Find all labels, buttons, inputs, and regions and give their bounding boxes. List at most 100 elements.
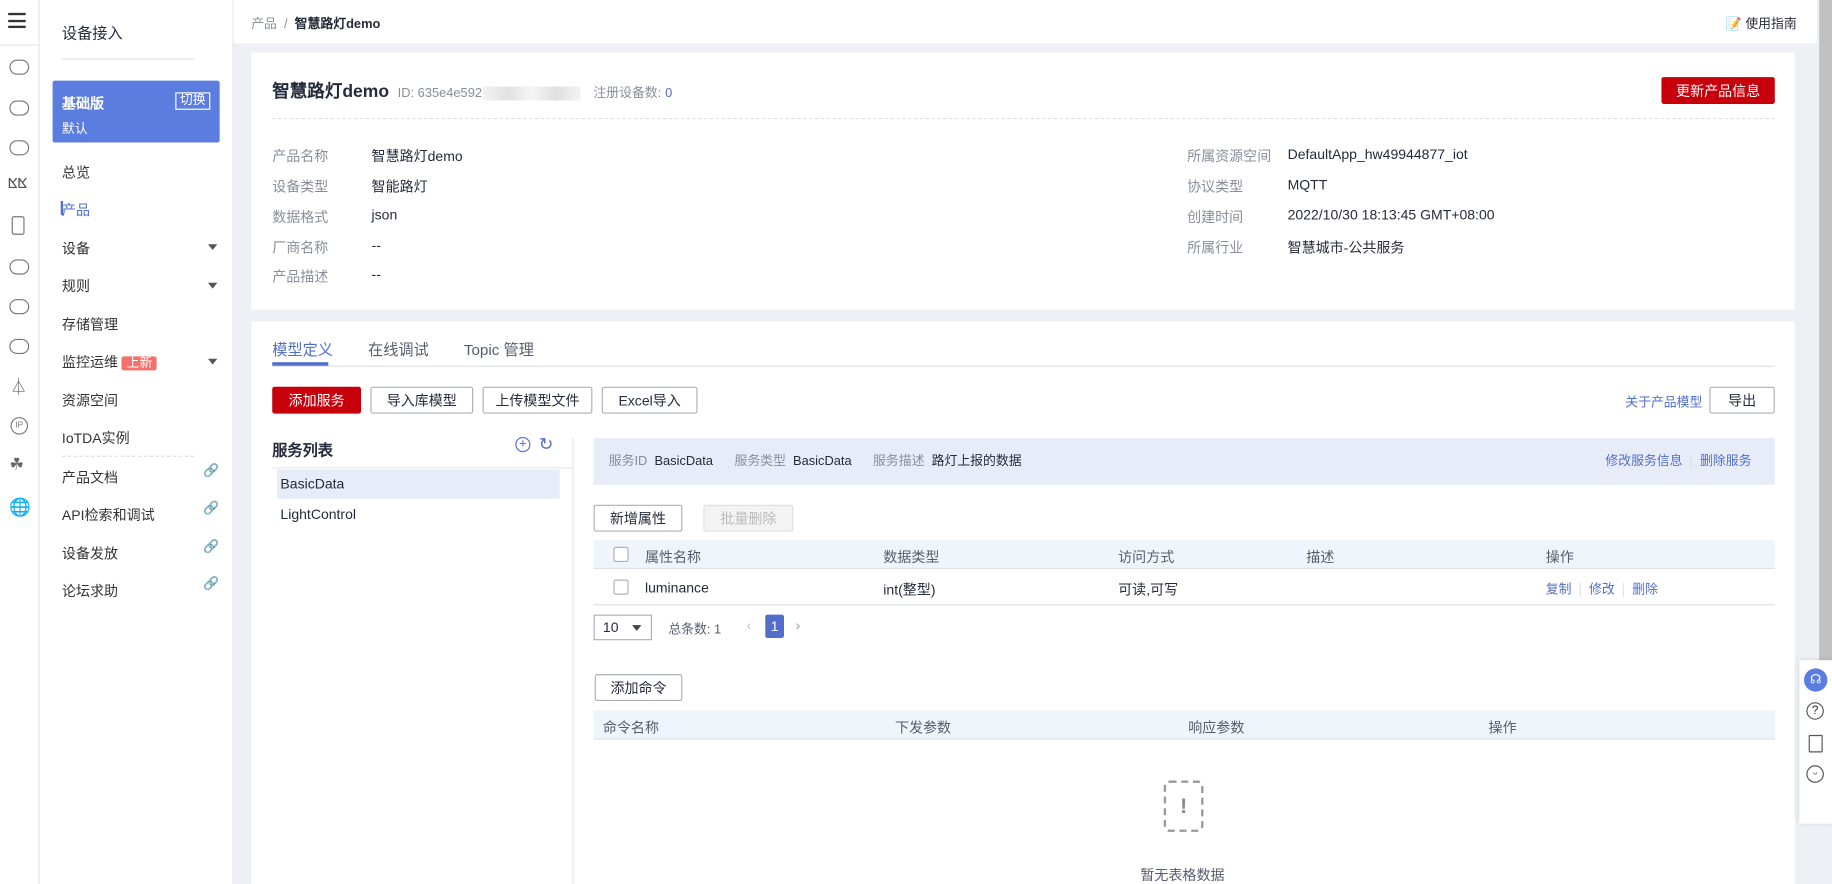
- prev-page-icon[interactable]: ‹: [747, 617, 752, 633]
- tab-topic-management[interactable]: Topic 管理: [464, 338, 534, 360]
- globe-icon[interactable]: 🌐: [9, 497, 31, 518]
- edit-link[interactable]: 修改: [1589, 583, 1615, 597]
- copy-link[interactable]: 复制: [1546, 583, 1572, 597]
- field-value: --: [371, 266, 381, 283]
- guide-link[interactable]: 📝 使用指南: [1726, 14, 1797, 33]
- column-header: 命令名称: [602, 719, 659, 737]
- field-label: 协议类型: [1187, 178, 1244, 196]
- empty-table-text: 暂无表格数据: [1140, 866, 1225, 884]
- excel-import-button[interactable]: Excel导入: [601, 386, 698, 414]
- cloud-chat-icon[interactable]: [9, 100, 30, 116]
- add-command-button[interactable]: 添加命令: [594, 674, 683, 702]
- field-value: 智慧城市-公共服务: [1287, 239, 1405, 256]
- service-type-value: BasicData: [793, 454, 852, 469]
- tab-online-debug[interactable]: 在线调试: [368, 338, 429, 360]
- feedback-icon[interactable]: [1808, 734, 1823, 753]
- delete-link[interactable]: 删除: [1632, 583, 1658, 597]
- link-icon: 🔗: [203, 577, 220, 592]
- service-type-label: 服务类型: [734, 454, 786, 469]
- product-title: 智慧路灯demo: [272, 81, 390, 102]
- sidebar-link-provisioning[interactable]: 设备发放: [62, 543, 118, 563]
- chevron-down-icon: [207, 244, 218, 251]
- cloud-storage-icon[interactable]: [9, 140, 30, 156]
- sidebar-link-api[interactable]: API检索和调试: [62, 505, 155, 525]
- cloud-upload-icon[interactable]: [9, 299, 30, 315]
- link-icon: 🔗: [203, 463, 220, 478]
- add-service-button[interactable]: 添加服务: [272, 386, 362, 414]
- antenna-icon[interactable]: ⏃: [11, 375, 27, 398]
- service-item-basicdata[interactable]: BasicData: [276, 469, 560, 499]
- sidebar-item-iotda-instance[interactable]: IoTDA实例: [62, 428, 130, 448]
- import-library-model-button[interactable]: 导入库模型: [370, 386, 474, 414]
- command-table-header: [593, 710, 1775, 740]
- help-icon[interactable]: ?: [1806, 702, 1824, 720]
- cloud-speed-icon[interactable]: [9, 338, 30, 355]
- page-size-select[interactable]: 10: [593, 614, 652, 641]
- sidebar-item-resource-space[interactable]: 资源空间: [62, 390, 118, 410]
- headset-icon[interactable]: ☊: [1804, 668, 1828, 692]
- tab-model-definition[interactable]: 模型定义: [272, 338, 333, 360]
- sidebar-link-forum[interactable]: 论坛求助: [62, 581, 118, 601]
- breadcrumb-root[interactable]: 产品: [251, 18, 277, 32]
- product-id: ID: 635e4e592: [397, 86, 483, 101]
- breadcrumb: 产品 / 智慧路灯demo: [251, 14, 380, 33]
- chevron-down-icon: [207, 282, 218, 289]
- sidebar-link-docs[interactable]: 产品文档: [62, 467, 118, 487]
- delete-service-link[interactable]: 删除服务: [1700, 455, 1751, 469]
- chevron-down-icon: [207, 358, 218, 365]
- guide-icon: 📝: [1725, 17, 1742, 32]
- edit-service-link[interactable]: 修改服务信息: [1605, 455, 1682, 469]
- service-id-label: 服务ID: [608, 454, 648, 469]
- about-product-model-link[interactable]: 关于产品模型: [1625, 393, 1702, 412]
- service-item-lightcontrol[interactable]: LightControl: [280, 506, 356, 522]
- total-label: 总条数:: [668, 622, 711, 637]
- smile-icon[interactable]: ᵕ: [1806, 765, 1824, 783]
- cloud-icon[interactable]: [9, 259, 30, 275]
- link-icon: 🔗: [203, 539, 220, 554]
- sidebar-item-device[interactable]: 设备: [62, 238, 90, 258]
- upload-model-file-button[interactable]: 上传模型文件: [482, 386, 593, 414]
- add-service-icon[interactable]: +: [515, 436, 531, 453]
- export-button[interactable]: 导出: [1709, 386, 1775, 414]
- column-header: 数据类型: [883, 549, 940, 566]
- page-1-button[interactable]: 1: [765, 614, 784, 638]
- field-label: 所属资源空间: [1187, 148, 1272, 165]
- field-label: 产品描述: [272, 268, 329, 286]
- service-desc-label: 服务描述: [873, 454, 925, 469]
- select-all-checkbox[interactable]: [613, 546, 629, 563]
- sidebar-item-product[interactable]: 产品: [62, 200, 90, 220]
- service-list-title: 服务列表: [272, 441, 334, 460]
- ip-icon[interactable]: IP: [10, 417, 29, 435]
- menu-icon[interactable]: [8, 12, 26, 29]
- sidebar-item-storage[interactable]: 存储管理: [62, 314, 118, 334]
- field-label: 数据格式: [272, 209, 329, 226]
- registered-devices-count[interactable]: 0: [665, 86, 672, 100]
- product-id-mask: [482, 86, 581, 101]
- cluster-icon[interactable]: ☘: [9, 455, 24, 475]
- wave-icon[interactable]: ⴿⴿ: [8, 175, 27, 191]
- sidebar-item-monitoring[interactable]: 监控运维 上新: [62, 352, 157, 372]
- sidebar-title: 设备接入: [61, 24, 123, 43]
- update-product-button[interactable]: 更新产品信息: [1661, 77, 1775, 104]
- phone-cloud-icon[interactable]: [11, 216, 25, 235]
- row-checkbox[interactable]: [613, 579, 629, 595]
- model-card: 模型定义 在线调试 Topic 管理 添加服务 导入库模型 上传模型文件 Exc…: [251, 321, 1795, 884]
- icon-rail: ⴿⴿ ⏃ IP ☘ 🌐: [0, 0, 40, 884]
- edition-name: 基础版: [61, 95, 105, 113]
- service-info-bar: 服务ID BasicData 服务类型 BasicData 服务描述 路灯上报的…: [593, 438, 1775, 485]
- sidebar-item-overview[interactable]: 总览: [62, 162, 90, 182]
- sidebar-item-rules[interactable]: 规则: [62, 276, 90, 296]
- edition-switch-button[interactable]: 切换: [175, 92, 211, 110]
- field-value: --: [371, 237, 381, 254]
- chevron-down-icon: [632, 625, 642, 631]
- link-icon: 🔗: [203, 501, 220, 516]
- field-value: MQTT: [1287, 176, 1328, 193]
- next-page-icon[interactable]: ›: [796, 617, 801, 633]
- add-property-button[interactable]: 新增属性: [593, 504, 683, 532]
- page-size-value: 10: [602, 619, 619, 636]
- refresh-icon[interactable]: ↻: [539, 433, 554, 455]
- cloud-device-icon[interactable]: [9, 59, 30, 75]
- field-value: 智慧路灯demo: [371, 148, 463, 165]
- new-badge: 上新: [121, 356, 157, 371]
- column-header: 响应参数: [1188, 719, 1245, 737]
